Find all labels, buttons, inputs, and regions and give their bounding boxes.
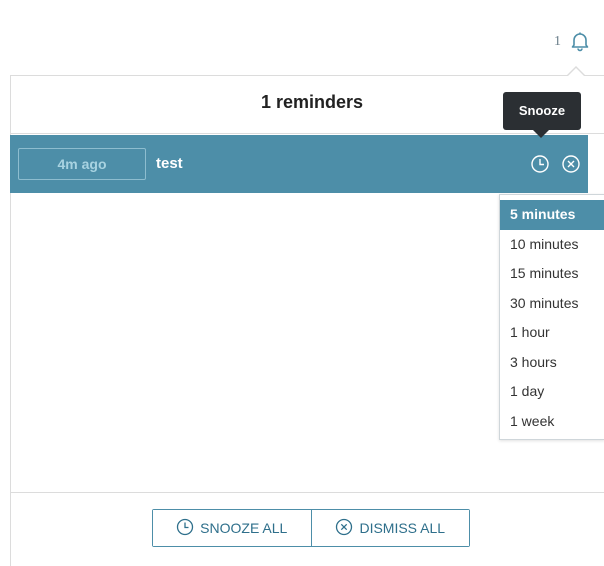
snooze-all-button[interactable]: SNOOZE ALL [153, 510, 311, 546]
dismiss-all-label: DISMISS ALL [359, 520, 446, 536]
reminder-row[interactable]: 4m ago test [10, 135, 588, 193]
close-circle-icon[interactable] [561, 154, 581, 174]
snooze-option-1-hour[interactable]: 1 hour [500, 318, 604, 348]
footer-divider [10, 492, 604, 493]
tooltip-arrow [533, 130, 549, 138]
clock-icon[interactable] [530, 154, 550, 174]
header-divider [10, 133, 604, 134]
snooze-option-15-minutes[interactable]: 15 minutes [500, 259, 604, 289]
dismiss-all-button[interactable]: DISMISS ALL [310, 510, 469, 546]
snooze-option-3-hours[interactable]: 3 hours [500, 348, 604, 378]
time-ago-badge: 4m ago [18, 148, 146, 180]
snooze-option-10-minutes[interactable]: 10 minutes [500, 230, 604, 260]
snooze-menu: 5 minutes 10 minutes 15 minutes 30 minut… [499, 194, 604, 440]
snooze-option-1-week[interactable]: 1 week [500, 407, 604, 437]
snooze-menu-list: 5 minutes 10 minutes 15 minutes 30 minut… [500, 200, 604, 436]
footer-button-group: SNOOZE ALL DISMISS ALL [152, 509, 470, 547]
notification-count: 1 [554, 34, 561, 49]
snooze-option-5-minutes[interactable]: 5 minutes [500, 200, 604, 230]
panel-caret-inner [567, 68, 585, 77]
reminder-text: test [156, 155, 183, 172]
clock-icon [176, 518, 194, 539]
close-circle-icon [335, 518, 353, 539]
bell-icon[interactable] [569, 30, 591, 52]
snooze-all-label: SNOOZE ALL [200, 520, 288, 536]
snooze-tooltip: Snooze [503, 92, 581, 130]
snooze-option-30-minutes[interactable]: 30 minutes [500, 289, 604, 319]
top-bar: 1 [0, 0, 604, 76]
snooze-option-1-day[interactable]: 1 day [500, 377, 604, 407]
